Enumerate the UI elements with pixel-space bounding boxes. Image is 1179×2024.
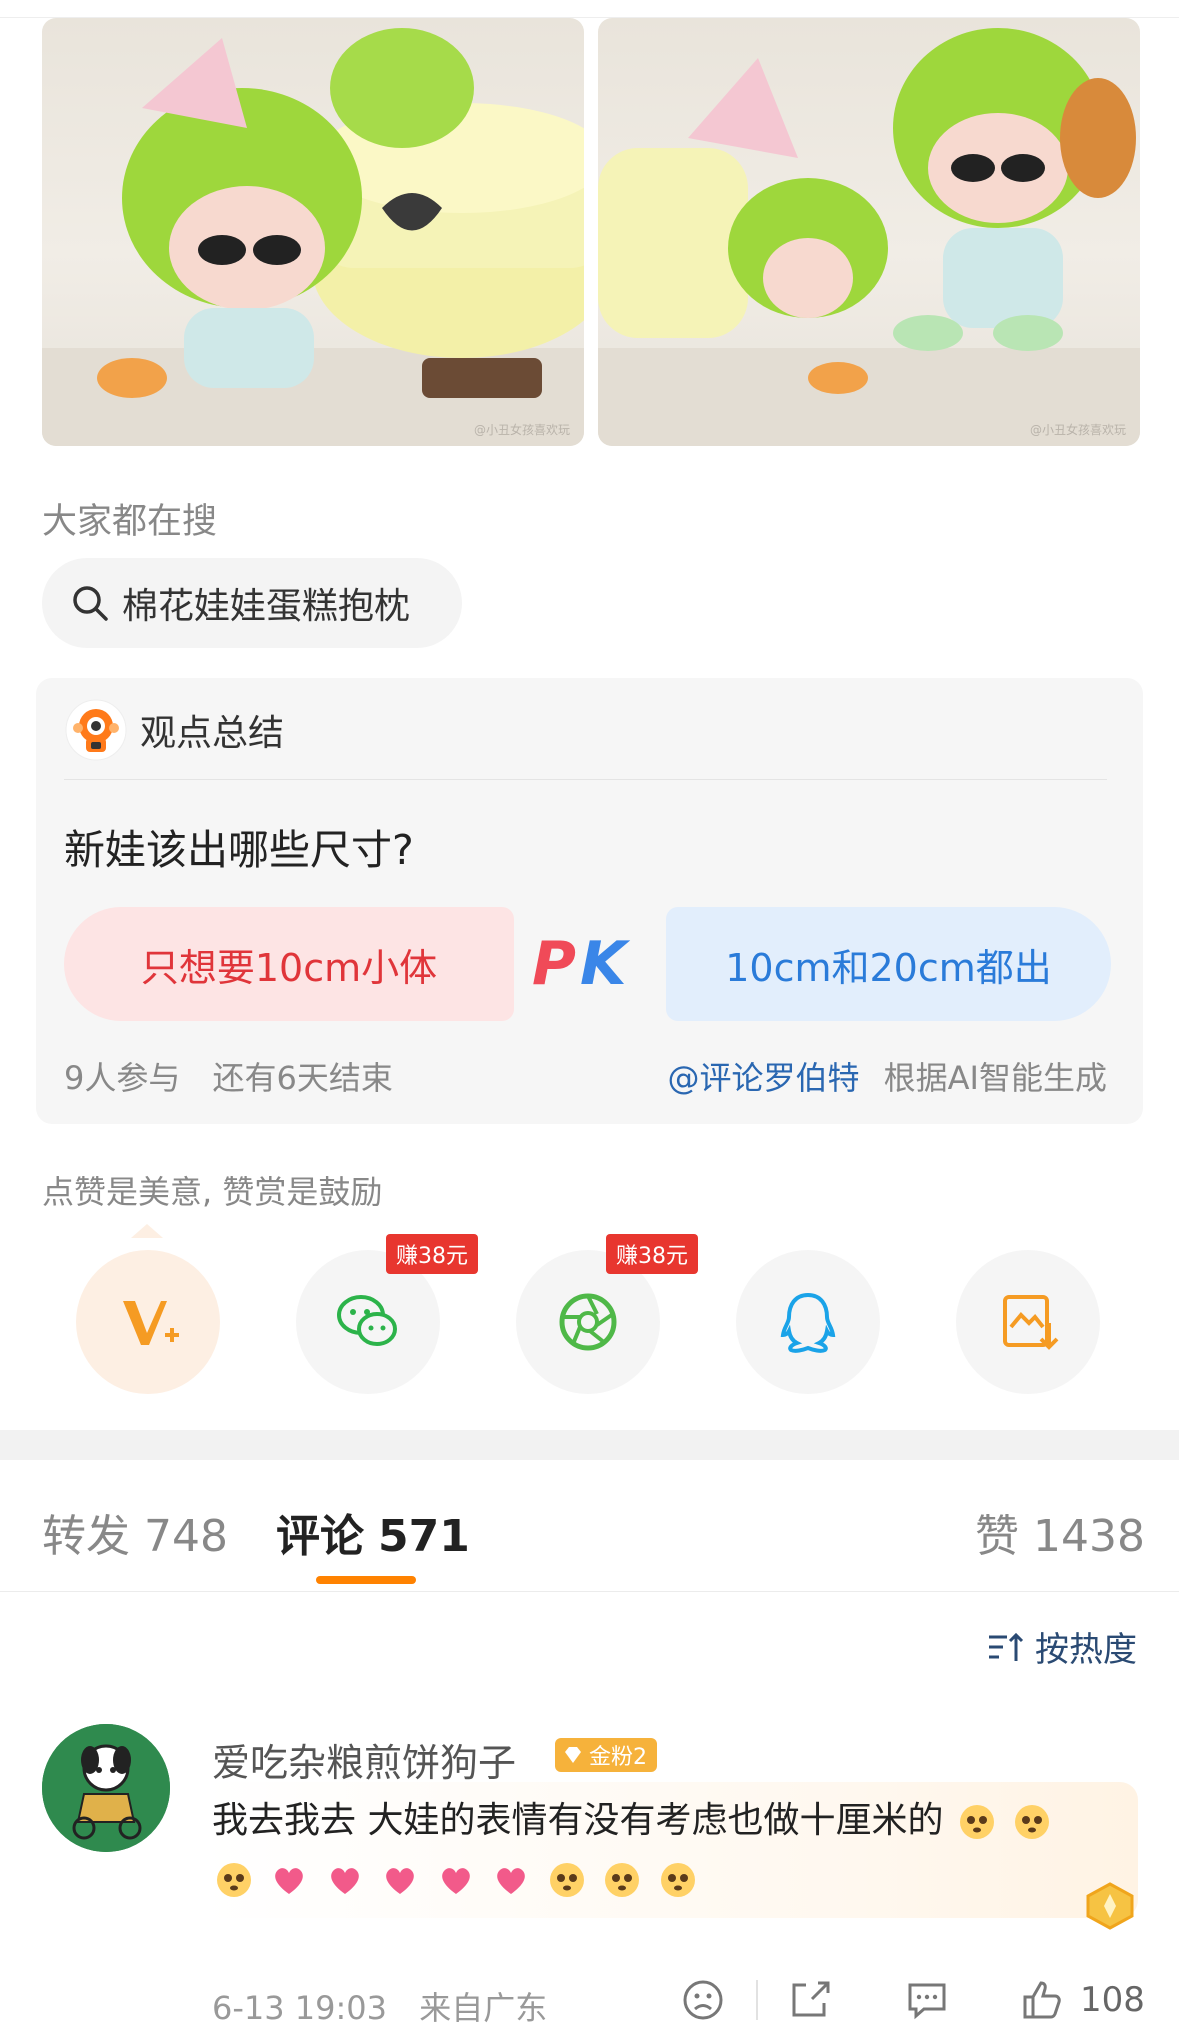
sparkling-heart-icon bbox=[441, 1868, 470, 1894]
share-moments-button[interactable]: 赚38元 bbox=[516, 1234, 698, 1394]
vip-v-plus-icon bbox=[123, 1301, 179, 1345]
svg-text:K: K bbox=[580, 929, 631, 999]
tab-repost-label: 转发 bbox=[42, 1511, 130, 1562]
thumbs-up-icon[interactable] bbox=[1020, 1977, 1066, 2023]
avatar[interactable] bbox=[42, 1724, 170, 1852]
active-tab-indicator bbox=[316, 1576, 416, 1584]
trending-search-query: 棉花娃娃蛋糕抱枕 bbox=[122, 586, 411, 627]
section-separator bbox=[0, 1430, 1179, 1460]
dislike-face-icon[interactable] bbox=[680, 1977, 726, 2023]
pleading-face-icon bbox=[1015, 1805, 1050, 1839]
reward-text: 点赞是美意, 赞赏是鼓励 bbox=[42, 1173, 383, 1211]
wechat-icon bbox=[337, 1295, 397, 1346]
pleading-face-icon bbox=[549, 1863, 584, 1897]
poll-option-right[interactable]: 10cm和20cm都出 bbox=[666, 907, 1111, 1021]
image-watermark: @小丑女孩喜欢玩 bbox=[473, 423, 570, 437]
save-image-button[interactable] bbox=[956, 1250, 1100, 1394]
comment-text: 我去我去 大娃的表情有没有考虑也做十厘米的 bbox=[212, 1792, 1112, 1908]
reward-pointer bbox=[131, 1224, 163, 1238]
sort-by-hot-button[interactable]: 按热度 bbox=[985, 1622, 1137, 1671]
ai-generated-note: 根据AI智能生成 bbox=[883, 1059, 1107, 1097]
sort-label: 按热度 bbox=[1035, 1630, 1137, 1670]
tab-comments-count: 571 bbox=[378, 1511, 470, 1562]
svg-text:P: P bbox=[532, 929, 576, 999]
comment-username[interactable]: 爱吃杂粮煎饼狗子 bbox=[212, 1732, 516, 1787]
comment-text-content: 我去我去 大娃的表情有没有考虑也做十厘米的 bbox=[212, 1800, 944, 1841]
post-image-1[interactable]: @小丑女孩喜欢玩 bbox=[42, 18, 584, 446]
pleading-face-icon bbox=[660, 1863, 695, 1897]
fan-level-badge: 金粉2 bbox=[555, 1738, 657, 1772]
post-image-2[interactable]: @小丑女孩喜欢玩 bbox=[598, 18, 1140, 446]
sparkling-heart-icon bbox=[497, 1868, 526, 1894]
pleading-face-icon bbox=[217, 1863, 251, 1897]
card-header: 观点总结 bbox=[64, 698, 284, 762]
reply-icon[interactable] bbox=[904, 1977, 950, 2023]
earn-badge: 赚38元 bbox=[606, 1234, 698, 1274]
sparkling-heart-icon bbox=[331, 1868, 359, 1894]
tab-likes-label: 赞 bbox=[975, 1511, 1019, 1562]
robot-avatar-icon bbox=[65, 699, 127, 761]
pleading-face-icon bbox=[605, 1863, 640, 1897]
comment-meta: 6-13 19:03 来自广东 bbox=[212, 1983, 547, 2024]
trending-search-chip[interactable]: 棉花娃娃蛋糕抱枕 bbox=[42, 558, 462, 648]
sort-icon bbox=[989, 1632, 1024, 1661]
poll-question: 新娃该出哪些尺寸? bbox=[64, 826, 414, 874]
poll-option-left[interactable]: 只想要10cm小体 bbox=[64, 907, 514, 1021]
share-icon[interactable] bbox=[788, 1977, 834, 2023]
pk-icon: P K PK bbox=[532, 929, 631, 999]
card-footer: 9人参与 还有6天结束 @评论罗伯特 根据AI智能生成 bbox=[64, 1053, 1107, 1099]
comment-date: 6-13 19:03 bbox=[212, 1989, 388, 2024]
time-remaining: 还有6天结束 bbox=[212, 1059, 393, 1097]
card-title: 观点总结 bbox=[140, 713, 285, 754]
trending-search-title: 大家都在搜 bbox=[42, 502, 218, 542]
comment-actions: 108 bbox=[680, 1972, 1145, 2024]
comment-like-count: 108 bbox=[1080, 1980, 1145, 2020]
interaction-tabs: 转发 748 评论 571 赞 1438 bbox=[0, 1460, 1179, 1592]
search-icon bbox=[73, 586, 108, 621]
qq-icon bbox=[780, 1292, 836, 1353]
save-image-icon bbox=[1003, 1295, 1059, 1350]
participant-count: 9人参与 bbox=[64, 1059, 181, 1097]
tab-likes-count: 1438 bbox=[1033, 1511, 1145, 1562]
share-row: 赚38元 赚38元 bbox=[0, 1234, 1179, 1395]
share-qq-button[interactable] bbox=[736, 1250, 880, 1394]
card-divider bbox=[64, 779, 1107, 780]
sparkling-heart-icon bbox=[275, 1868, 304, 1894]
comment-item: 爱吃杂粮煎饼狗子 金粉2 我去我去 大娃的表情有没有考虑也做十厘米的 6-13 … bbox=[0, 1720, 1179, 2024]
tab-likes[interactable]: 赞 1438 bbox=[975, 1500, 1145, 1564]
diamond-icon bbox=[565, 1747, 581, 1763]
tab-comments-label: 评论 bbox=[276, 1511, 364, 1562]
tab-comments[interactable]: 评论 571 bbox=[276, 1500, 470, 1564]
action-divider bbox=[756, 1980, 758, 2020]
sparkling-heart-icon bbox=[386, 1868, 415, 1894]
tab-repost[interactable]: 转发 748 bbox=[42, 1500, 228, 1564]
tab-repost-count: 748 bbox=[144, 1511, 228, 1562]
fan-badge-label: 金粉2 bbox=[589, 1745, 647, 1770]
author-link[interactable]: @评论罗伯特 bbox=[667, 1059, 859, 1097]
earn-badge: 赚38元 bbox=[386, 1234, 478, 1274]
opinion-summary-card: 观点总结 新娃该出哪些尺寸? 只想要10cm小体 P K PK 10cm和20c… bbox=[36, 678, 1143, 1124]
comment-location: 来自广东 bbox=[419, 1989, 548, 2024]
share-wechat-button[interactable]: 赚38元 bbox=[296, 1234, 478, 1394]
image-watermark: @小丑女孩喜欢玩 bbox=[1029, 423, 1126, 437]
post-images: @小丑女孩喜欢玩 @小丑女孩喜欢玩 bbox=[0, 0, 1179, 450]
pleading-face-icon bbox=[959, 1805, 994, 1839]
reward-button[interactable] bbox=[76, 1250, 220, 1394]
moments-icon bbox=[559, 1293, 617, 1351]
